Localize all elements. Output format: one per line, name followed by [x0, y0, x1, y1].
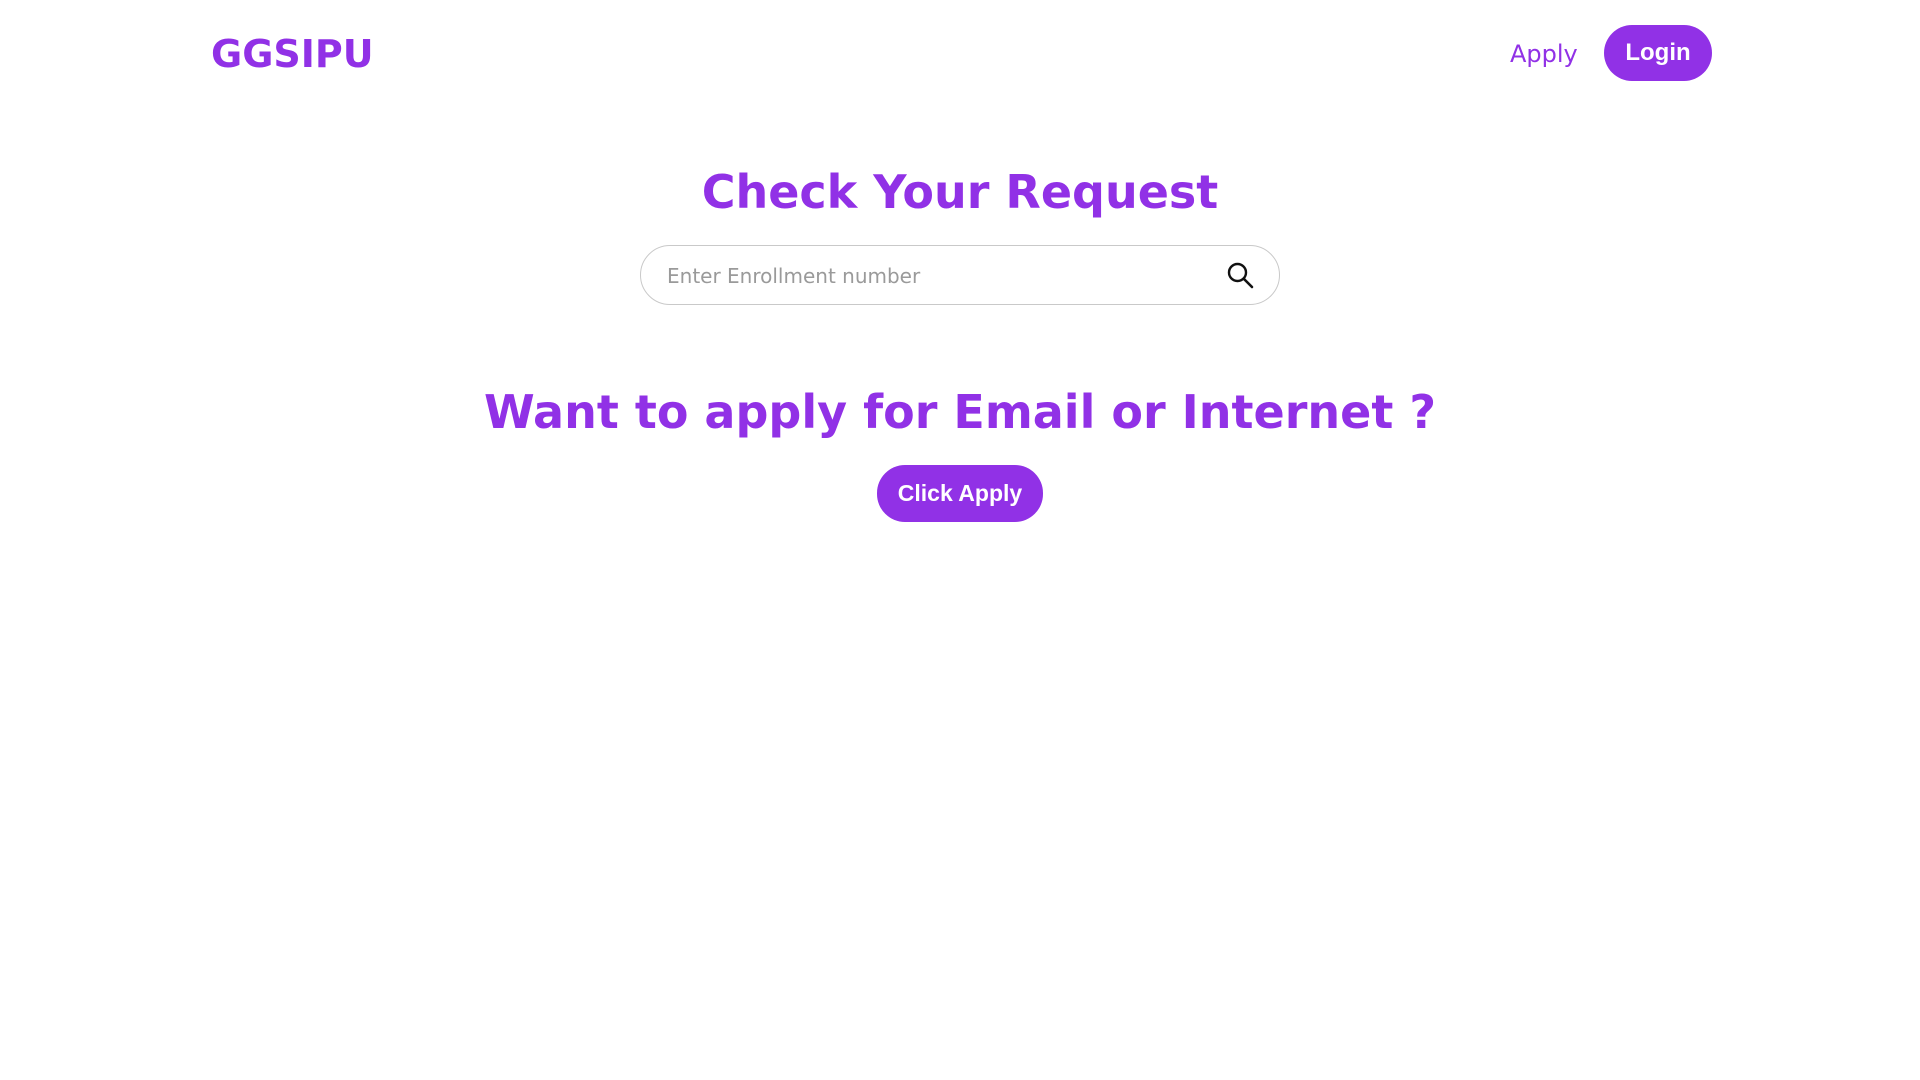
brand-logo[interactable]: GGSIPU: [211, 30, 374, 78]
login-button[interactable]: Login: [1604, 25, 1712, 81]
enrollment-search-box: [640, 245, 1280, 305]
click-apply-button[interactable]: Click Apply: [877, 465, 1043, 522]
page: GGSIPU Apply Login Check Your Request Wa…: [0, 0, 1920, 1080]
enrollment-search-input[interactable]: [665, 246, 1209, 305]
navbar: GGSIPU Apply Login: [0, 0, 1920, 106]
check-request-title: Check Your Request: [701, 165, 1219, 219]
apply-prompt-title: Want to apply for Email or Internet ?: [483, 385, 1437, 439]
nav-apply-link[interactable]: Apply: [1510, 34, 1578, 74]
search-icon[interactable]: [1225, 260, 1255, 290]
